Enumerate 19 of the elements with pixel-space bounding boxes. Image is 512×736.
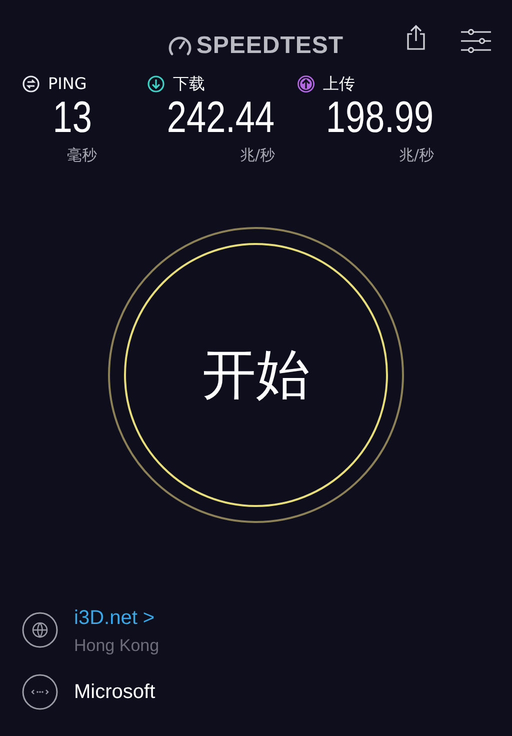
metric-unit: 兆/秒 — [398, 145, 434, 166]
logo-text: SPEEDTEST — [196, 31, 344, 61]
metric-value: 13 — [52, 96, 92, 140]
metric-unit: 兆/秒 — [240, 145, 275, 166]
metric-label: 下载 — [173, 73, 205, 95]
metric-label: 上传 — [323, 73, 355, 95]
metric-value: 198.99 — [326, 96, 434, 140]
provider-name: Microsoft — [74, 680, 156, 705]
globe-icon — [22, 612, 58, 648]
settings-icon[interactable] — [460, 28, 492, 53]
metric-label: PING — [48, 73, 87, 95]
start-button[interactable]: 开始 — [124, 242, 388, 506]
metric-value: 242.44 — [167, 96, 275, 140]
share-icon[interactable] — [405, 24, 427, 50]
gauge-icon — [168, 35, 192, 57]
server-link[interactable]: i3D.net > — [74, 602, 160, 632]
server-location: Hong Kong — [74, 634, 160, 656]
connection-icon — [22, 674, 58, 710]
metric-unit: 毫秒 — [67, 145, 97, 166]
